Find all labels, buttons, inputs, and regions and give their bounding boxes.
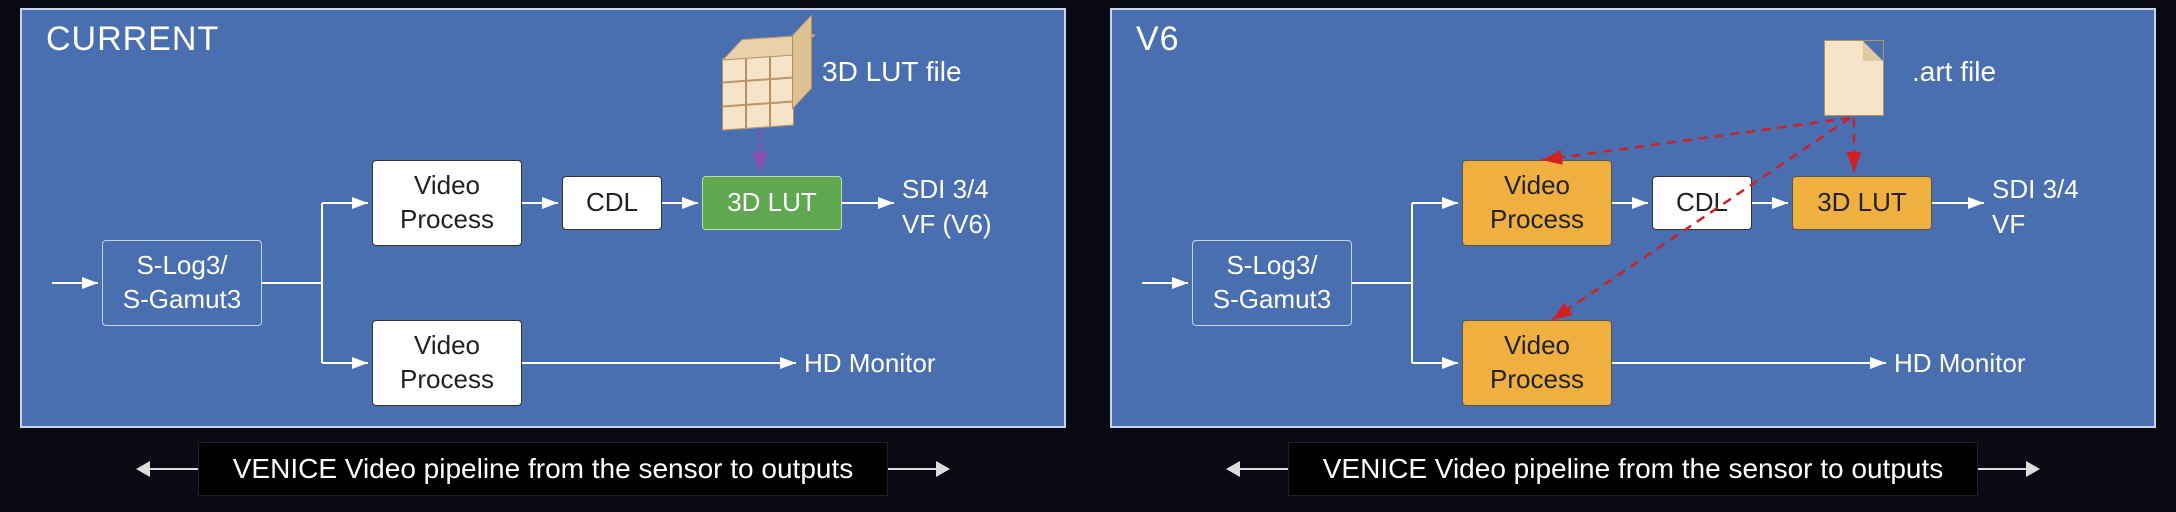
page-icon bbox=[1824, 40, 1884, 116]
node-cdl: CDL bbox=[1652, 176, 1752, 230]
panel-current: CURRENT 3D LUT file S-Log3/ S-Gamut3 Vid… bbox=[20, 8, 1066, 428]
file-label-art: .art file bbox=[1912, 56, 1996, 88]
node-vp-top: Video Process bbox=[372, 160, 522, 246]
output-top: SDI 3/4 VF (V6) bbox=[902, 172, 992, 242]
node-vp-bottom: Video Process bbox=[372, 320, 522, 406]
node-3dlut: 3D LUT bbox=[702, 176, 842, 230]
arrow-left-icon bbox=[150, 468, 198, 470]
node-vp-top: Video Process bbox=[1462, 160, 1612, 246]
output-bottom: HD Monitor bbox=[1894, 346, 2025, 381]
arrow-left-icon bbox=[1240, 468, 1288, 470]
node-3dlut: 3D LUT bbox=[1792, 176, 1932, 230]
panel-v6: V6 .art file S-Log3/ S-Gamut3 Video Proc… bbox=[1110, 8, 2156, 428]
node-slog: S-Log3/ S-Gamut3 bbox=[102, 240, 262, 326]
panel-title-current: CURRENT bbox=[46, 20, 219, 59]
panel-title-v6: V6 bbox=[1136, 20, 1180, 59]
caption-left: VENICE Video pipeline from the sensor to… bbox=[20, 442, 1066, 496]
node-vp-bottom: Video Process bbox=[1462, 320, 1612, 406]
output-bottom: HD Monitor bbox=[804, 346, 935, 381]
output-top: SDI 3/4 VF bbox=[1992, 172, 2079, 242]
node-slog: S-Log3/ S-Gamut3 bbox=[1192, 240, 1352, 326]
file-label-lut: 3D LUT file bbox=[822, 56, 962, 88]
arrow-right-icon bbox=[1978, 468, 2026, 470]
node-cdl: CDL bbox=[562, 176, 662, 230]
caption-text: VENICE Video pipeline from the sensor to… bbox=[1288, 442, 1979, 496]
arrow-right-icon bbox=[888, 468, 936, 470]
caption-text: VENICE Video pipeline from the sensor to… bbox=[198, 442, 889, 496]
cube-icon bbox=[722, 53, 794, 130]
caption-right: VENICE Video pipeline from the sensor to… bbox=[1110, 442, 2156, 496]
